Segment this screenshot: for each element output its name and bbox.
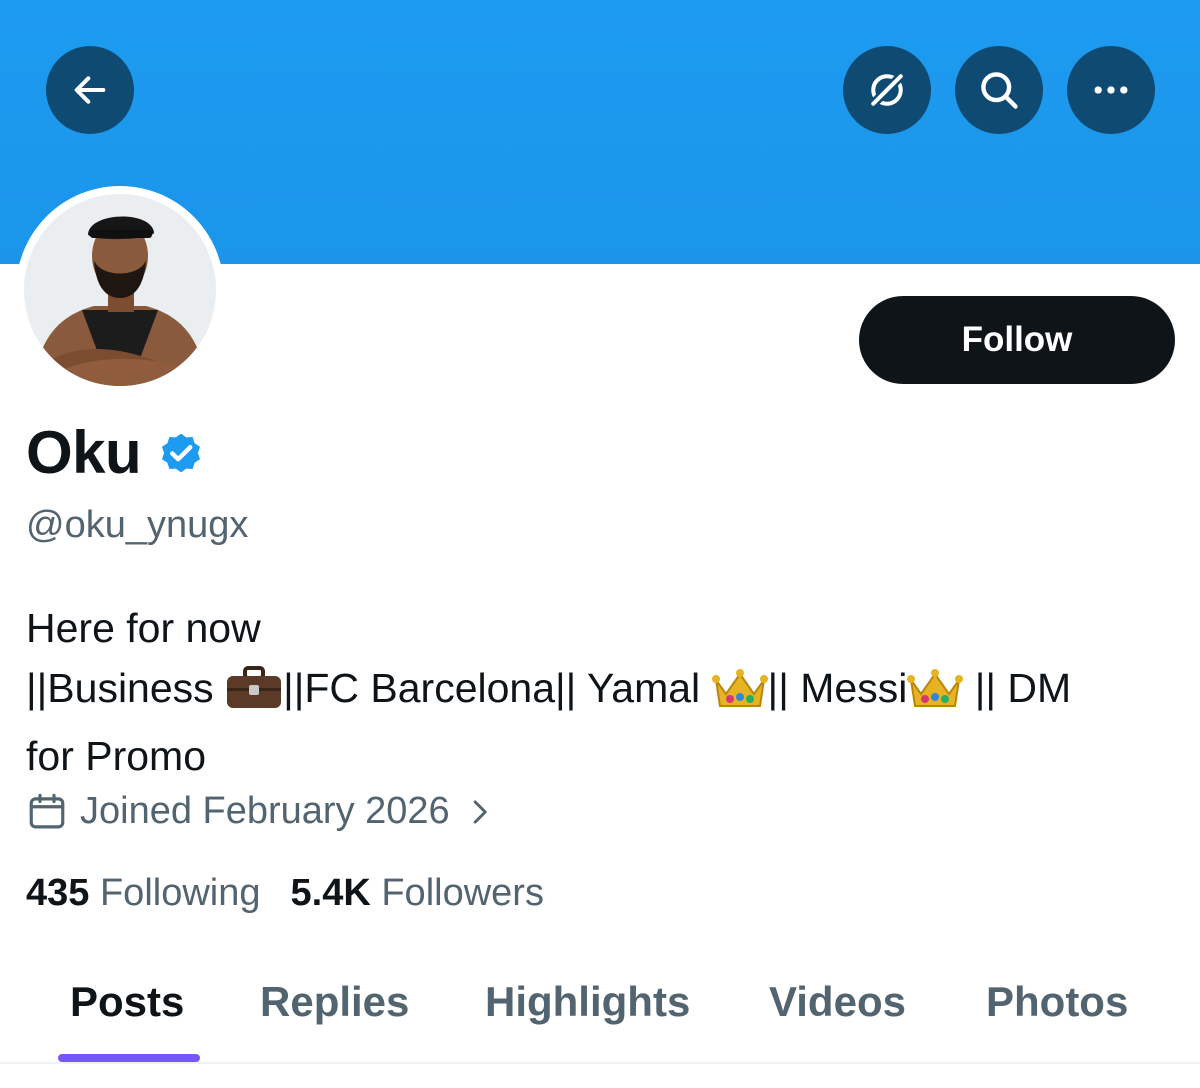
bio-text: ||FC Barcelona|| Yamal [283,665,712,711]
crown-emoji-icon [907,666,964,726]
arrow-left-icon [74,76,106,104]
bio-line: Here for now [26,605,261,651]
followers-stat[interactable]: 5.4K Followers [291,872,544,915]
bio-text: || Messi [767,665,908,711]
follow-button[interactable]: Follow [859,296,1175,384]
user-handle: @oku_ynugx [26,504,249,546]
bio-text: ||Business [26,665,226,711]
search-button[interactable] [955,46,1043,134]
tab-posts[interactable]: Posts [70,978,184,1026]
avatar-illustration [24,194,216,386]
calendar-icon [29,793,65,828]
joined-date: Joined February 2026 [80,790,450,832]
tab-photos[interactable]: Photos [986,978,1128,1026]
verified-badge-icon[interactable] [157,429,205,477]
crown-emoji-icon [711,666,768,726]
bio-line: for Promo [26,733,206,779]
briefcase-emoji-icon [225,666,283,726]
active-tab-indicator [58,1054,200,1062]
tab-highlights[interactable]: Highlights [485,978,690,1026]
display-name: Oku [26,419,142,486]
profile-tabs: Posts Replies Highlights Videos Photos [0,960,1200,1064]
avatar [24,194,216,386]
joined-date-row[interactable]: Joined February 2026 [26,790,494,833]
more-dots-icon [1094,86,1128,94]
back-button[interactable] [46,46,134,134]
tab-videos[interactable]: Videos [769,978,906,1026]
follow-stats: 435 Following 5.4K Followers [26,872,574,915]
followers-label: Followers [381,872,544,914]
chevron-right-icon [473,800,487,823]
following-stat[interactable]: 435 Following [26,872,261,915]
following-count: 435 [26,872,90,914]
grok-button[interactable] [843,46,931,134]
following-label: Following [99,872,261,914]
name-row: Oku [26,418,205,487]
grok-icon [870,73,904,107]
followers-count: 5.4K [290,872,371,914]
more-button[interactable] [1067,46,1155,134]
bio-line: ||Business ||FC Barcelona|| Yamal || Mes… [26,658,1176,726]
profile-bio: Here for now ||Business ||FC Barcelona||… [26,598,1176,786]
tab-replies[interactable]: Replies [260,978,409,1026]
search-icon [981,72,1018,109]
avatar-frame[interactable] [16,186,224,394]
bio-text: || DM [963,665,1072,711]
